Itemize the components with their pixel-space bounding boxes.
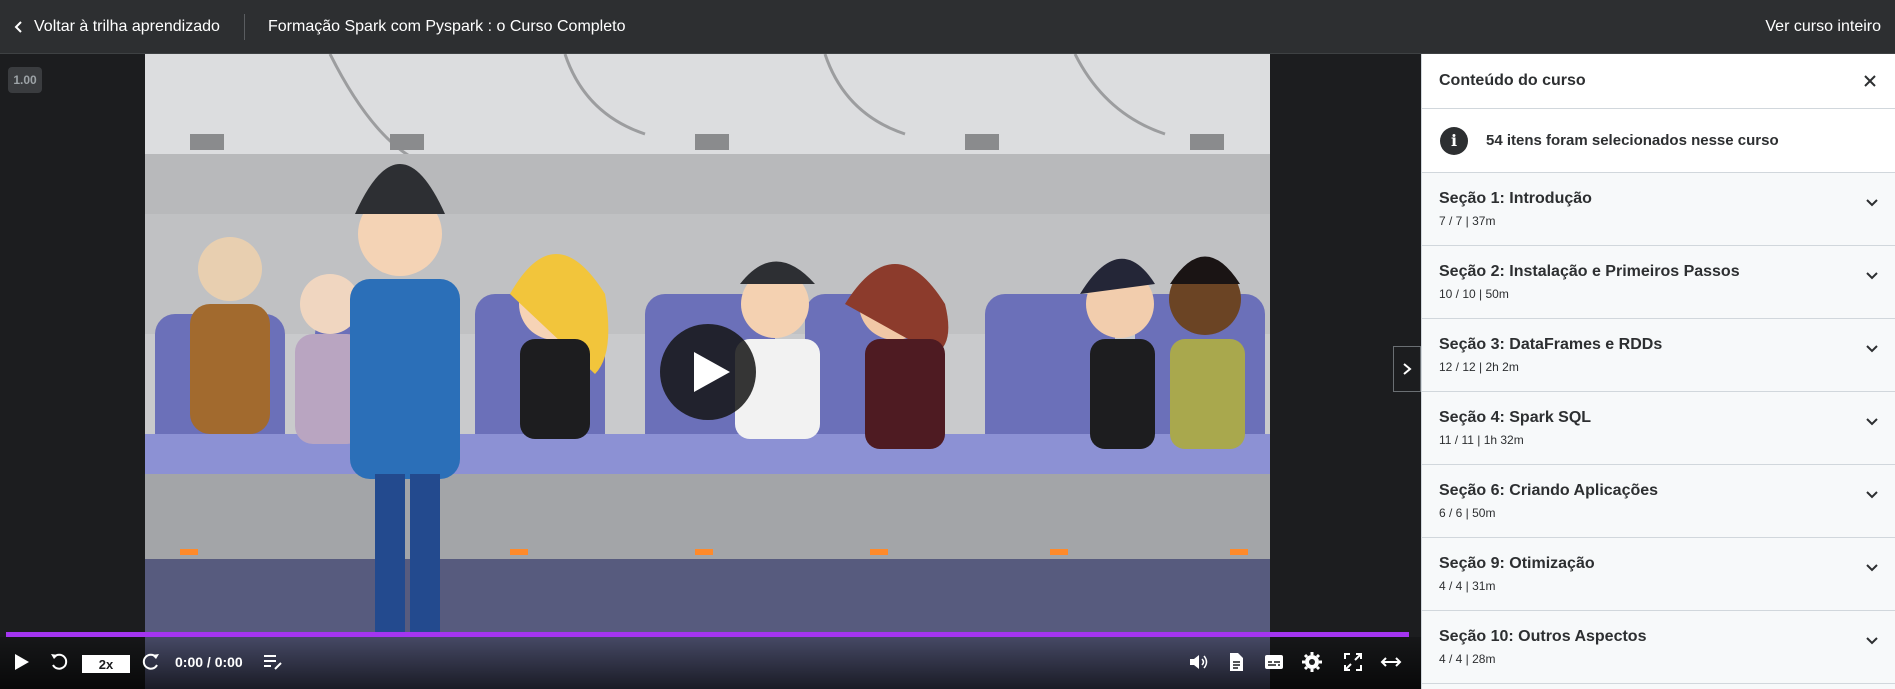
section-meta: 12 / 12 | 2h 2m bbox=[1439, 360, 1519, 374]
section-title: Seção 1: Introdução bbox=[1439, 190, 1592, 207]
back-to-path-link[interactable]: Voltar à trilha aprendizado bbox=[12, 0, 220, 54]
section-item[interactable]: Seção 9: Otimização 4 / 4 | 31m bbox=[1422, 538, 1895, 611]
top-bar: Voltar à trilha aprendizado Formação Spa… bbox=[0, 0, 1895, 54]
chevron-left-icon bbox=[14, 21, 22, 33]
speed-indicator: 1.00 bbox=[8, 67, 42, 93]
chevron-down-icon bbox=[1866, 491, 1878, 499]
player-controls: 2x 0:00 / 0:00 bbox=[0, 637, 1421, 689]
section-title: Seção 3: DataFrames e RDDs bbox=[1439, 336, 1663, 353]
chevron-down-icon bbox=[1866, 272, 1878, 280]
section-item[interactable]: Seção 10: Outros Aspectos 4 / 4 | 28m bbox=[1422, 611, 1895, 684]
volume-button[interactable] bbox=[1187, 651, 1209, 673]
settings-icon bbox=[1302, 652, 1322, 672]
transcript-icon bbox=[264, 655, 282, 670]
section-title: Seção 9: Otimização bbox=[1439, 555, 1595, 572]
chevron-down-icon bbox=[1866, 564, 1878, 572]
rewind-icon bbox=[51, 653, 68, 670]
section-item[interactable]: Seção 1: Introdução 7 / 7 | 37m bbox=[1422, 173, 1895, 246]
view-full-course-link[interactable]: Ver curso inteiro bbox=[1765, 0, 1881, 54]
back-label: Voltar à trilha aprendizado bbox=[34, 18, 220, 35]
chevron-down-icon bbox=[1866, 345, 1878, 353]
section-item[interactable]: Seção 2: Instalação e Primeiros Passos 1… bbox=[1422, 246, 1895, 319]
play-icon bbox=[694, 352, 730, 392]
play-button[interactable] bbox=[10, 651, 32, 673]
forward-icon bbox=[142, 653, 159, 670]
course-title: Formação Spark com Pyspark : o Curso Com… bbox=[268, 18, 626, 35]
sidebar-title: Conteúdo do curso bbox=[1439, 72, 1586, 89]
expand-button[interactable] bbox=[1380, 651, 1402, 673]
chevron-right-icon bbox=[1403, 363, 1412, 375]
divider bbox=[244, 14, 245, 40]
sidebar-header: Conteúdo do curso bbox=[1422, 54, 1895, 109]
info-icon: i bbox=[1440, 126, 1468, 155]
fullscreen-button[interactable] bbox=[1342, 651, 1364, 673]
chevron-down-icon bbox=[1866, 418, 1878, 426]
close-sidebar-button[interactable] bbox=[1862, 73, 1878, 89]
section-meta: 11 / 11 | 1h 32m bbox=[1439, 433, 1524, 447]
section-meta: 4 / 4 | 31m bbox=[1439, 579, 1496, 593]
captions-button[interactable] bbox=[1263, 651, 1285, 673]
forward-button[interactable] bbox=[140, 651, 162, 673]
section-meta: 6 / 6 | 50m bbox=[1439, 506, 1496, 520]
video-player[interactable]: 1.00 bbox=[0, 54, 1421, 689]
selected-items-info: i 54 itens foram selecionados nesse curs… bbox=[1422, 109, 1895, 173]
section-item[interactable]: Seção 4: Spark SQL 11 / 11 | 1h 32m bbox=[1422, 392, 1895, 465]
section-item[interactable]: Seção 6: Criando Aplicações 6 / 6 | 50m bbox=[1422, 465, 1895, 538]
fullscreen-icon bbox=[1344, 653, 1362, 671]
captions-icon bbox=[1265, 655, 1283, 669]
section-meta: 4 / 4 | 28m bbox=[1439, 652, 1496, 666]
play-icon bbox=[15, 654, 29, 670]
time-display: 0:00 / 0:00 bbox=[175, 654, 243, 670]
settings-button[interactable] bbox=[1301, 651, 1323, 673]
expand-icon bbox=[1380, 657, 1402, 667]
playback-speed-button[interactable]: 2x bbox=[82, 655, 130, 673]
section-title: Seção 6: Criando Aplicações bbox=[1439, 482, 1659, 499]
toggle-sidebar-button[interactable] bbox=[1393, 346, 1421, 392]
info-text: 54 itens foram selecionados nesse curso bbox=[1486, 132, 1779, 149]
section-title: Seção 10: Outros Aspectos bbox=[1439, 628, 1647, 645]
section-meta: 7 / 7 | 37m bbox=[1439, 214, 1496, 228]
section-meta: 10 / 10 | 50m bbox=[1439, 287, 1509, 301]
course-content-sidebar: Conteúdo do curso i 54 itens foram selec… bbox=[1421, 54, 1895, 689]
notes-icon bbox=[1230, 653, 1243, 671]
notes-button[interactable] bbox=[1225, 651, 1247, 673]
rewind-button[interactable] bbox=[48, 651, 70, 673]
close-icon bbox=[1864, 75, 1876, 87]
chevron-down-icon bbox=[1866, 637, 1878, 645]
volume-icon bbox=[1190, 655, 1208, 669]
big-play-button[interactable] bbox=[660, 324, 756, 420]
section-title: Seção 4: Spark SQL bbox=[1439, 409, 1592, 426]
chevron-down-icon bbox=[1866, 199, 1878, 207]
section-item[interactable]: Seção 3: DataFrames e RDDs 12 / 12 | 2h … bbox=[1422, 319, 1895, 392]
section-title: Seção 2: Instalação e Primeiros Passos bbox=[1439, 263, 1740, 280]
transcript-button[interactable] bbox=[261, 651, 283, 673]
